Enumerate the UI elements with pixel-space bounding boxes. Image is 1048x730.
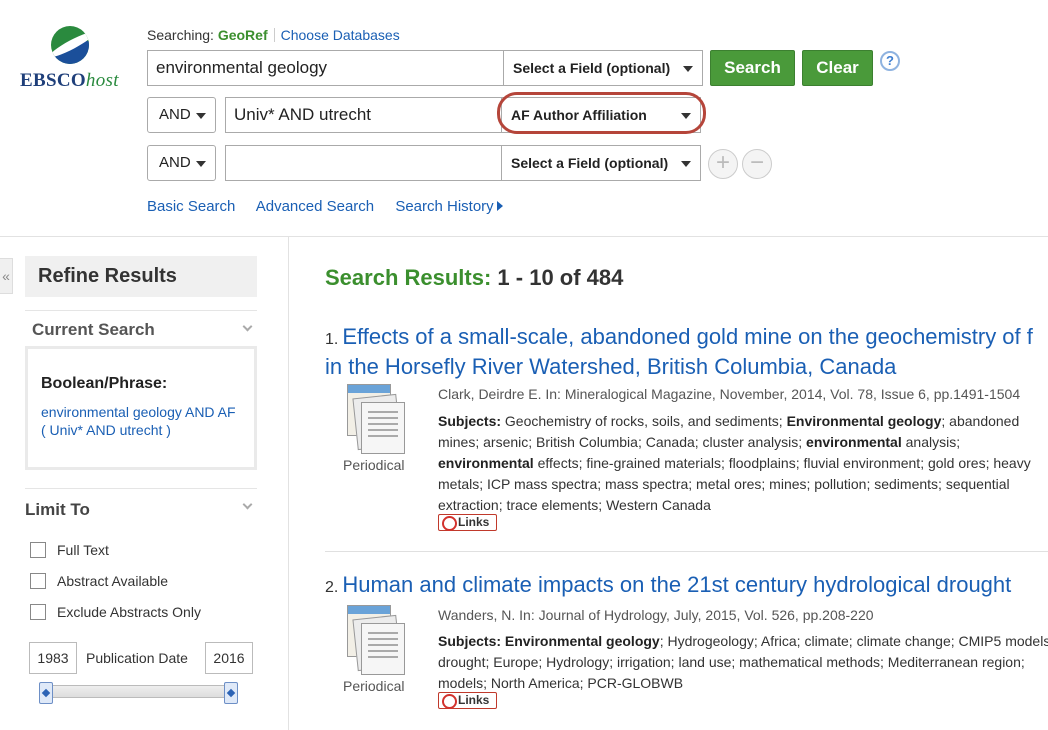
search-input-2[interactable]: Univ* AND utrecht <box>225 97 502 133</box>
boolean-operator-2-label: AND <box>159 106 191 123</box>
remove-row-button[interactable]: − <box>742 149 772 179</box>
pub-date-slider-handle-right[interactable] <box>224 682 238 704</box>
collapse-sidebar-button[interactable]: « <box>0 258 13 294</box>
help-icon[interactable]: ? <box>880 51 900 71</box>
result-title-line-1: Effects of a small-scale, abandoned gold… <box>342 324 1033 349</box>
current-search-title: Current Search <box>32 320 155 339</box>
result-title-link[interactable]: 1. Effects of a small-scale, abandoned go… <box>325 323 1048 353</box>
links-button[interactable]: Links <box>438 692 497 709</box>
result-source: Wanders, N. In: Journal of Hydrology, Ju… <box>438 607 874 623</box>
add-row-button[interactable]: + <box>708 149 738 179</box>
results-label: Search Results: <box>325 265 492 290</box>
search-history-link[interactable]: Search History <box>395 198 503 215</box>
results-count: 1 - 10 of 484 <box>497 265 624 290</box>
checkbox[interactable] <box>30 604 46 620</box>
search-button[interactable]: Search <box>710 50 795 86</box>
clear-button[interactable]: Clear <box>802 50 873 86</box>
refine-results-title: Refine Results <box>25 256 257 297</box>
pub-date-from-input[interactable]: 1983 <box>29 642 77 674</box>
search-mode-links: Basic Search Advanced Search Search Hist… <box>147 198 520 215</box>
boolean-phrase-label: Boolean/Phrase: <box>41 375 168 392</box>
checkbox[interactable] <box>30 573 46 589</box>
limit-label: Full Text <box>57 542 109 558</box>
current-search-box: Boolean/Phrase: environmental geology AN… <box>25 346 257 470</box>
search-results-header: Search Results: 1 - 10 of 484 <box>325 265 623 291</box>
result-title-line-1: Human and climate impacts on the 21st ce… <box>342 572 1012 597</box>
field-select-3[interactable]: Select a Field (optional) <box>501 145 701 181</box>
dropdown-caret-icon <box>196 161 206 167</box>
dropdown-caret-icon <box>683 66 693 72</box>
result-divider <box>325 551 1048 552</box>
pub-date-slider-handle-left[interactable] <box>39 682 53 704</box>
choose-databases-link[interactable]: Choose Databases <box>281 27 400 43</box>
checkbox[interactable] <box>30 542 46 558</box>
basic-search-link[interactable]: Basic Search <box>147 198 235 215</box>
result-number: 1. <box>325 331 339 348</box>
advanced-search-link[interactable]: Advanced Search <box>256 198 374 215</box>
result-subjects: Subjects: Environmental geology; Hydroge… <box>438 633 1048 691</box>
field-select-3-label: Select a Field (optional) <box>511 155 669 171</box>
field-select-1[interactable]: Select a Field (optional) <box>503 50 703 86</box>
publication-date-label: Publication Date <box>86 650 188 666</box>
subjects-label: Subjects: <box>438 413 502 429</box>
chevron-down-icon <box>242 499 253 510</box>
result-item-1: 1. Effects of a small-scale, abandoned go… <box>325 323 1048 531</box>
limit-abstract-available[interactable]: Abstract Available <box>30 573 168 589</box>
search-input-3[interactable] <box>225 145 502 181</box>
periodical-icon[interactable] <box>345 605 405 675</box>
result-title-link[interactable]: 2. Human and climate impacts on the 21st … <box>325 571 1048 601</box>
boolean-operator-select-3[interactable]: AND <box>147 145 216 181</box>
chevron-down-icon <box>242 321 253 332</box>
pub-date-slider-track[interactable] <box>44 685 234 698</box>
limit-exclude-abstracts[interactable]: Exclude Abstracts Only <box>30 604 201 620</box>
search-history-label: Search History <box>395 198 494 215</box>
result-source: Clark, Deirdre E. In: Mineralogical Maga… <box>438 386 1021 402</box>
current-search-header[interactable]: Current Search <box>25 310 257 340</box>
pub-date-to-input[interactable]: 2016 <box>205 642 253 674</box>
result-item-2: 2. Human and climate impacts on the 21st … <box>325 571 1048 709</box>
limit-label: Exclude Abstracts Only <box>57 604 201 620</box>
boolean-operator-select-2[interactable]: AND <box>147 97 216 133</box>
sidebar-divider <box>288 237 289 730</box>
result-title-line-2[interactable]: in the Horsefly River Watershed, British… <box>325 353 1048 380</box>
dropdown-caret-icon <box>196 113 206 119</box>
triangle-right-icon <box>496 201 503 211</box>
field-select-1-label: Select a Field (optional) <box>513 60 671 76</box>
searching-line: Searching: GeoRef Choose Databases <box>147 27 400 43</box>
database-name: GeoRef <box>217 27 268 43</box>
ebsco-globe-icon <box>51 26 89 64</box>
result-subjects: Subjects: Geochemistry of rocks, soils, … <box>438 413 1031 513</box>
links-button[interactable]: Links <box>438 514 497 531</box>
subjects-label: Subjects: <box>438 633 502 649</box>
result-number: 2. <box>325 579 339 596</box>
boolean-operator-3-label: AND <box>159 154 191 171</box>
publication-type: Periodical <box>343 457 405 473</box>
header-divider <box>0 236 1048 237</box>
dropdown-caret-icon <box>681 161 691 167</box>
limit-full-text[interactable]: Full Text <box>30 542 109 558</box>
logo-text: EBSCOhost <box>20 70 119 91</box>
searching-label: Searching: <box>147 27 214 43</box>
limit-to-header[interactable]: Limit To <box>25 488 257 519</box>
ebscohost-logo[interactable]: EBSCOhost <box>18 24 128 94</box>
limit-to-title: Limit To <box>25 500 90 519</box>
periodical-icon[interactable] <box>345 384 405 454</box>
limit-label: Abstract Available <box>57 573 169 589</box>
search-input-1[interactable]: environmental geology <box>147 50 504 86</box>
current-query-link[interactable]: environmental geology AND AF ( Univ* AND… <box>41 403 241 439</box>
highlight-annotation <box>497 92 706 134</box>
publication-type: Periodical <box>343 678 405 694</box>
